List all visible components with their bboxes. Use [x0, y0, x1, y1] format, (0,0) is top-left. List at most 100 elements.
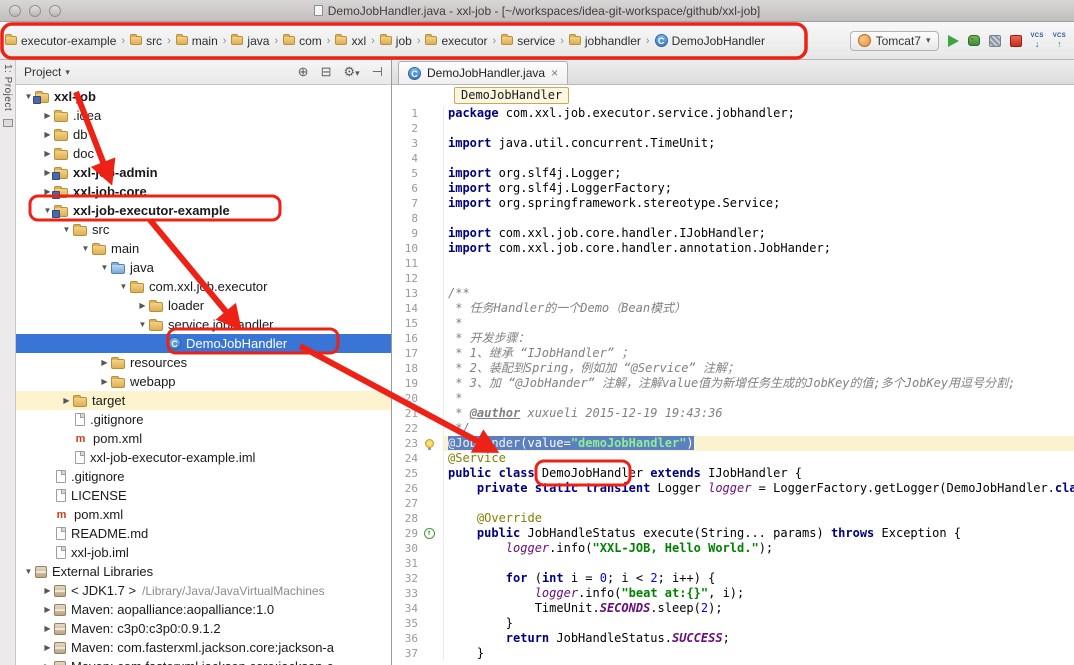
code-line-22[interactable]: 22 */	[392, 421, 1074, 436]
code-line-5[interactable]: 5import org.slf4j.Logger;	[392, 166, 1074, 181]
breadcrumb-item-service[interactable]: service	[498, 32, 558, 50]
tree-item-maven-aopalliance-aopalliance-1-0[interactable]: ▶Maven: aopalliance:aopalliance:1.0	[16, 600, 391, 619]
tree-item-main[interactable]: ▼main	[16, 239, 391, 258]
breadcrumb-item-com[interactable]: com	[280, 32, 325, 50]
breadcrumb-item-executor[interactable]: executor	[422, 32, 490, 50]
minimize-window-button[interactable]	[29, 5, 41, 17]
tree-item-maven-c3p0-c3p0-0-9-1-2[interactable]: ▶Maven: c3p0:c3p0:0.9.1.2	[16, 619, 391, 638]
run-button[interactable]	[948, 35, 959, 47]
code-line-15[interactable]: 15 *	[392, 316, 1074, 331]
code-line-18[interactable]: 18 * 2、装配到Spring，例如加 “@Service” 注解；	[392, 361, 1074, 376]
tree-item-db[interactable]: ▶db	[16, 125, 391, 144]
intention-bulb-icon[interactable]	[425, 439, 434, 448]
debug-button[interactable]	[968, 35, 980, 46]
tree-item-xxl-job-admin[interactable]: ▶xxl-job-admin	[16, 163, 391, 182]
tree-item-doc[interactable]: ▶doc	[16, 144, 391, 163]
breadcrumb-item-job[interactable]: job	[377, 32, 415, 50]
project-tool-window-button[interactable]: 1: Project	[2, 64, 13, 111]
tree-item-demojobhandler[interactable]: CDemoJobHandler	[16, 334, 391, 353]
highlighted-symbol-chip[interactable]: DemoJobHandler	[454, 87, 569, 104]
stop-button[interactable]	[1010, 35, 1022, 47]
chevron-collapsed-icon[interactable]: ▶	[41, 605, 54, 614]
code-line-11[interactable]: 11	[392, 256, 1074, 271]
breadcrumb-item-executor-example[interactable]: executor-example	[2, 32, 119, 50]
hide-panel-icon[interactable]: ⊣	[372, 64, 383, 80]
tree-item-readme-md[interactable]: README.md	[16, 524, 391, 543]
code-line-19[interactable]: 19 * 3、加 “@JobHander” 注解，注解value值为新增任务生成…	[392, 376, 1074, 391]
code-line-8[interactable]: 8	[392, 211, 1074, 226]
tree-item-pom-xml[interactable]: mpom.xml	[16, 505, 391, 524]
code-line-30[interactable]: 30 logger.info("XXL-JOB, Hello World.");	[392, 541, 1074, 556]
close-tab-icon[interactable]: ×	[551, 67, 558, 79]
code-line-27[interactable]: 27	[392, 496, 1074, 511]
chevron-collapsed-icon[interactable]: ▶	[41, 643, 54, 652]
breadcrumb-item-demojobhandler[interactable]: CDemoJobHandler	[652, 32, 768, 50]
code-line-26[interactable]: 26 private static transient Logger logge…	[392, 481, 1074, 496]
tree-item-target[interactable]: ▶target	[16, 391, 391, 410]
code-line-32[interactable]: 32 for (int i = 0; i < 2; i++) {	[392, 571, 1074, 586]
code-line-7[interactable]: 7import org.springframework.stereotype.S…	[392, 196, 1074, 211]
code-line-31[interactable]: 31	[392, 556, 1074, 571]
code-line-16[interactable]: 16 * 开发步骤：	[392, 331, 1074, 346]
locate-icon[interactable]: ⊕	[298, 64, 309, 80]
code-line-3[interactable]: 3import java.util.concurrent.TimeUnit;	[392, 136, 1074, 151]
vcs-commit-button[interactable]: VCS ↑	[1053, 33, 1066, 49]
code-line-9[interactable]: 9import com.xxl.job.core.handler.IJobHan…	[392, 226, 1074, 241]
chevron-collapsed-icon[interactable]: ▶	[98, 377, 111, 386]
zoom-window-button[interactable]	[49, 5, 61, 17]
code-line-29[interactable]: 29↑ public JobHandleStatus execute(Strin…	[392, 526, 1074, 541]
code-line-33[interactable]: 33 logger.info("beat at:{}", i);	[392, 586, 1074, 601]
tree-item-license[interactable]: LICENSE	[16, 486, 391, 505]
tree-item-com-xxl-job-executor[interactable]: ▼com.xxl.job.executor	[16, 277, 391, 296]
coverage-button[interactable]	[989, 35, 1001, 47]
editor-tab[interactable]: C DemoJobHandler.java ×	[398, 61, 568, 84]
code-line-13[interactable]: 13/**	[392, 286, 1074, 301]
code-line-4[interactable]: 4	[392, 151, 1074, 166]
code-line-1[interactable]: 1package com.xxl.job.executor.service.jo…	[392, 106, 1074, 121]
project-view-dropdown[interactable]: Project ▾	[24, 65, 70, 79]
code-line-14[interactable]: 14 * 任务Handler的一个Demo（Bean模式）	[392, 301, 1074, 316]
code-line-17[interactable]: 17 * 1、继承 “IJobHandler” ；	[392, 346, 1074, 361]
tree-item-xxl-job[interactable]: ▼xxl-job	[16, 87, 391, 106]
tool-window-icon[interactable]	[3, 119, 13, 127]
tree-item-gitignore[interactable]: .gitignore	[16, 410, 391, 429]
chevron-collapsed-icon[interactable]: ▶	[41, 586, 54, 595]
gear-icon[interactable]: ⚙▾	[343, 64, 359, 80]
tree-item-java[interactable]: ▼java	[16, 258, 391, 277]
code-line-37[interactable]: 37 }	[392, 646, 1074, 661]
code-line-2[interactable]: 2	[392, 121, 1074, 136]
code-line-6[interactable]: 6import org.slf4j.LoggerFactory;	[392, 181, 1074, 196]
code-line-24[interactable]: 24@Service	[392, 451, 1074, 466]
chevron-expanded-icon[interactable]: ▼	[79, 244, 92, 253]
tree-item-maven-com-fasterxml-jackson-core-jackson-c[interactable]: ▶Maven: com.fasterxml.jackson.core:jacks…	[16, 657, 391, 665]
breadcrumb-item-main[interactable]: main	[173, 32, 221, 50]
code-line-20[interactable]: 20 *	[392, 391, 1074, 406]
chevron-collapsed-icon[interactable]: ▶	[41, 111, 54, 120]
chevron-expanded-icon[interactable]: ▼	[136, 320, 149, 329]
chevron-expanded-icon[interactable]: ▼	[117, 282, 130, 291]
tree-item-loader[interactable]: ▶loader	[16, 296, 391, 315]
breadcrumb-item-xxl[interactable]: xxl	[332, 32, 369, 50]
chevron-collapsed-icon[interactable]: ▶	[136, 301, 149, 310]
code-line-34[interactable]: 34 TimeUnit.SECONDS.sleep(2);	[392, 601, 1074, 616]
close-window-button[interactable]	[9, 5, 21, 17]
code-line-21[interactable]: 21 * @author xuxueli 2015-12-19 19:43:36	[392, 406, 1074, 421]
tree-item-external-libraries[interactable]: ▼External Libraries	[16, 562, 391, 581]
code-line-10[interactable]: 10import com.xxl.job.core.handler.annota…	[392, 241, 1074, 256]
breadcrumb-item-jobhandler[interactable]: jobhandler	[566, 32, 644, 50]
tree-item-xxl-job-executor-example-iml[interactable]: xxl-job-executor-example.iml	[16, 448, 391, 467]
chevron-collapsed-icon[interactable]: ▶	[41, 624, 54, 633]
code-line-35[interactable]: 35 }	[392, 616, 1074, 631]
code-line-25[interactable]: 25public class DemoJobHandler extends IJ…	[392, 466, 1074, 481]
code-line-28[interactable]: 28 @Override	[392, 511, 1074, 526]
chevron-expanded-icon[interactable]: ▼	[98, 263, 111, 272]
tree-item-service-jobhandler[interactable]: ▼service.jobhandler	[16, 315, 391, 334]
chevron-expanded-icon[interactable]: ▼	[22, 567, 35, 576]
override-marker-icon[interactable]: ↑	[424, 528, 435, 539]
tree-item-xxl-job-executor-example[interactable]: ▼xxl-job-executor-example	[16, 201, 391, 220]
tree-item-xxl-job-core[interactable]: ▶xxl-job-core	[16, 182, 391, 201]
vcs-update-button[interactable]: VCS ↓	[1031, 33, 1044, 49]
tree-item-maven-com-fasterxml-jackson-core-jackson-a[interactable]: ▶Maven: com.fasterxml.jackson.core:jacks…	[16, 638, 391, 657]
breadcrumb-item-src[interactable]: src	[127, 32, 165, 50]
collapse-all-icon[interactable]: ⊟	[321, 64, 332, 80]
